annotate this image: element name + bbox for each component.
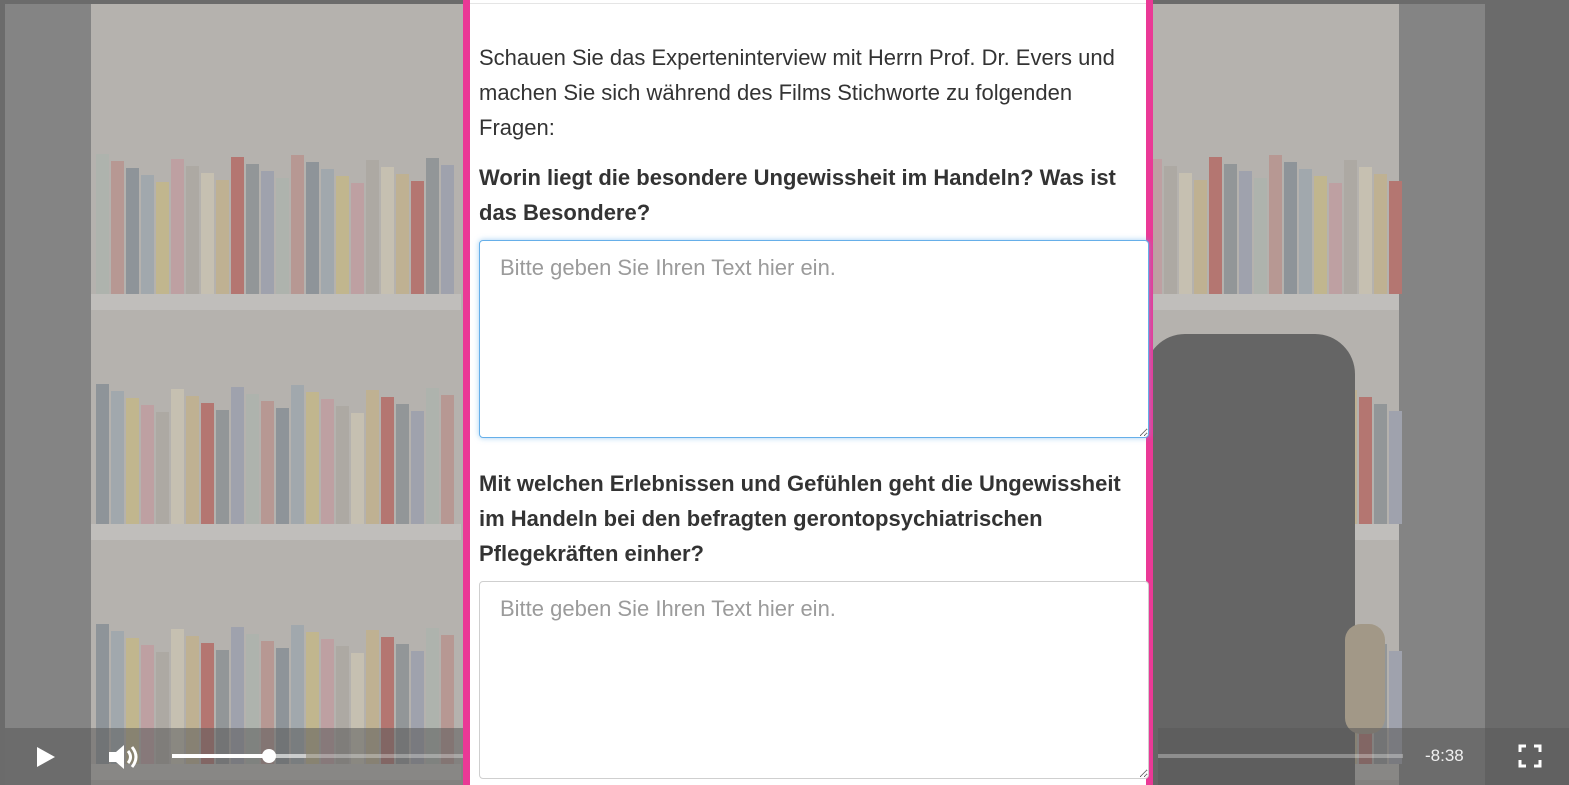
progress-handle[interactable] bbox=[262, 749, 277, 763]
video-controls: -8:38 bbox=[5, 728, 1569, 785]
fullscreen-icon[interactable] bbox=[1518, 744, 1542, 768]
controls-right: -8:38 bbox=[1158, 728, 1569, 785]
progress-bar[interactable] bbox=[172, 749, 463, 763]
answer-1-textarea[interactable] bbox=[479, 240, 1149, 438]
question-1: Worin liegt die besondere Ungewissheit i… bbox=[479, 165, 1116, 225]
intro-text: Schauen Sie das Experteninterview mit He… bbox=[479, 45, 1115, 140]
play-icon[interactable] bbox=[35, 745, 57, 769]
modal-content: Schauen Sie das Experteninterview mit He… bbox=[479, 40, 1149, 779]
modal-divider bbox=[470, 3, 1146, 4]
volume-icon[interactable] bbox=[107, 742, 141, 772]
question-modal: Schauen Sie das Experteninterview mit He… bbox=[463, 0, 1153, 785]
question-2: Mit welchen Erlebnissen und Gefühlen geh… bbox=[479, 471, 1121, 566]
progress-played bbox=[172, 754, 270, 758]
progress-bar-remaining[interactable] bbox=[1158, 754, 1403, 758]
time-remaining: -8:38 bbox=[1425, 746, 1464, 765]
controls-left bbox=[5, 728, 463, 785]
